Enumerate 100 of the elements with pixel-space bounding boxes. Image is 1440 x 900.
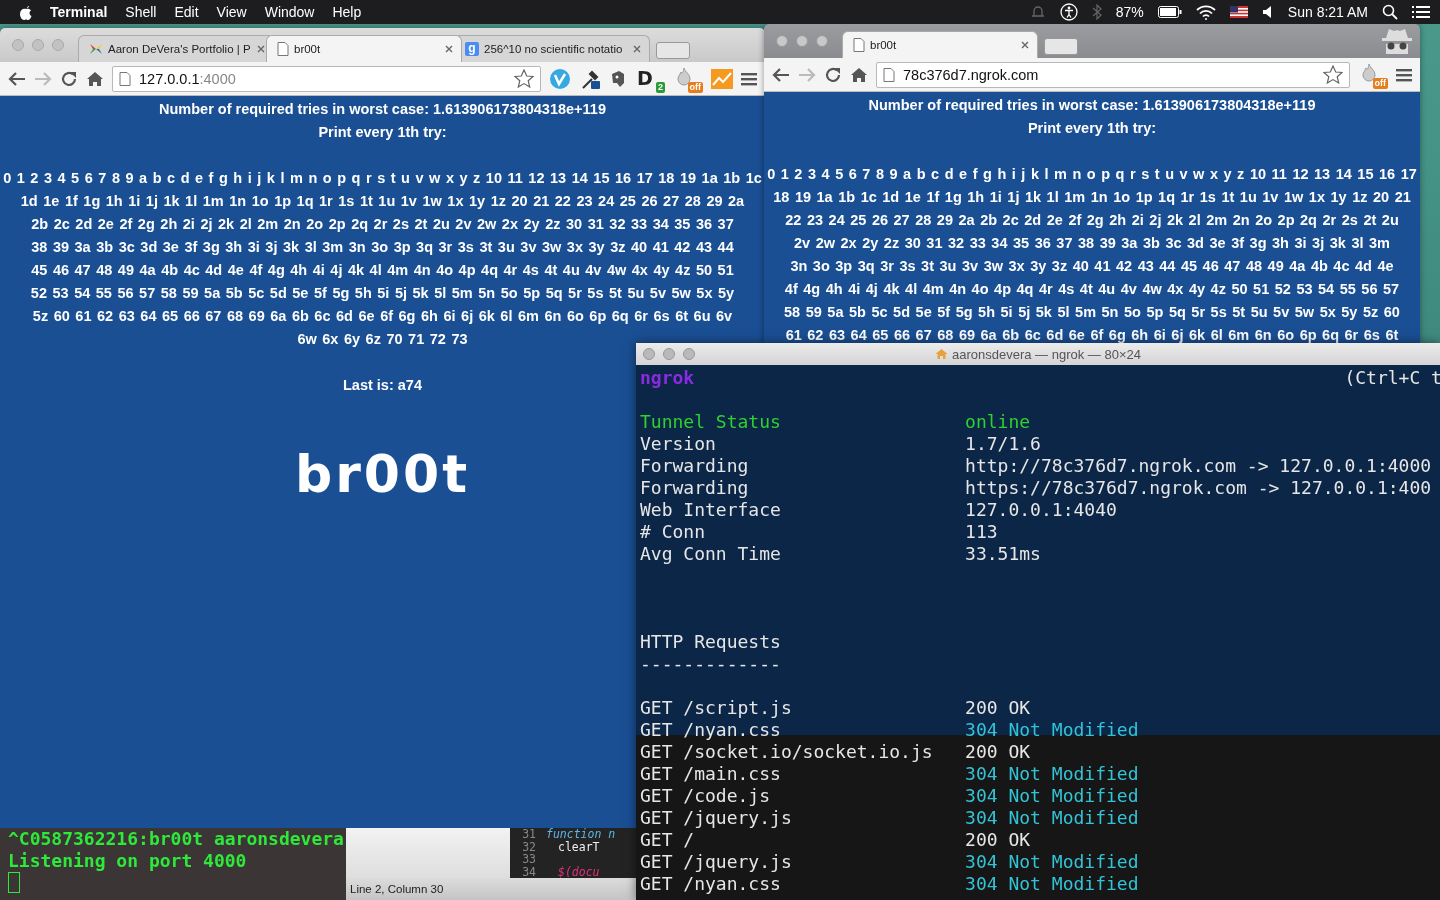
- heading-text: Print every 1th try:: [317, 123, 448, 142]
- terminal-line: ^C0587362216:br00t aaronsdevera: [8, 828, 345, 850]
- extension-icon[interactable]: D 2: [635, 64, 665, 93]
- request-status: 200 OK: [965, 697, 1031, 719]
- request-path: GET /code.js: [640, 785, 772, 807]
- request-path: GET /script.js: [640, 697, 793, 719]
- number-line: 6w 6x 6y 6z 70 71 72 73: [297, 330, 468, 349]
- section-rule: -------------: [640, 653, 782, 675]
- menu-icon[interactable]: [1396, 67, 1412, 82]
- heading-text: Number of required tries in worst case: 1.613906173804318e+119: [158, 100, 607, 119]
- page-icon[interactable]: [277, 42, 289, 56]
- menu-item[interactable]: Shell: [116, 4, 166, 20]
- menu-item[interactable]: Edit: [165, 4, 208, 20]
- reload-icon[interactable]: [60, 69, 78, 88]
- apple-icon[interactable]: [18, 3, 34, 21]
- request-status: 304 Not Modified: [965, 807, 1139, 829]
- terminal-hint: (Ctrl+C t: [1344, 367, 1440, 389]
- reload-icon[interactable]: [824, 65, 842, 84]
- page-icon[interactable]: [853, 38, 865, 52]
- home-icon[interactable]: [86, 69, 104, 88]
- heading-text: Print every 1th try:: [1026, 119, 1158, 138]
- close-icon[interactable]: [257, 45, 265, 53]
- request-path: GET /: [640, 829, 696, 851]
- close-icon[interactable]: [633, 45, 641, 53]
- number-line: 3n 3o 3p 3q 3r 3s 3t 3u 3v 3w 3x 3y 3z 40 41 42 43 44 45 46 47 48 49 4a 4b 4c 4d 4e: [790, 257, 1394, 276]
- bluetooth-icon[interactable]: [1091, 4, 1102, 20]
- search-favicon: g: [465, 42, 479, 56]
- number-line: 2b 2c 2d 2e 2f 2g 2h 2i 2j 2k 2l 2m 2n 2o 2p 2q 2r 2s 2t 2u 2v 2w 2x 2y 2z 30 31 32 33 34 35 36 37: [31, 215, 734, 234]
- request-path: GET /jquery.js: [640, 851, 793, 873]
- battery-icon[interactable]: [1157, 6, 1182, 18]
- request-path: GET /socket.io/socket.io.js: [640, 741, 934, 763]
- page-icon: [119, 71, 131, 86]
- number-line: 45 46 47 48 49 4a 4b 4c 4d 4e 4f 4g 4h 4i 4j 4k 4l 4m 4n 4o 4p 4q 4r 4s 4t 4u 4v 4w 4x 4y 4z 50 51: [31, 261, 734, 280]
- status-label: Forwarding: [640, 477, 750, 499]
- request-path: GET /nyan.css: [640, 873, 782, 895]
- pinwheel-icon[interactable]: [89, 42, 103, 56]
- number-line: 1d 1e 1f 1g 1h 1i 1j 1k 1l 1m 1n 1o 1p 1q 1r 1s 1t 1u 1v 1w 1x 1y 1z 20 21 22 23 24 25 26 27 28 29 2a: [20, 192, 745, 211]
- number-line: 38 39 3a 3b 3c 3d 3e 3f 3g 3h 3i 3j 3k 3l 3m 3n 3o 3p 3q 3r 3s 3t 3u 3v 3w 3x 3y 3z 40 41 42 43 44: [31, 238, 734, 257]
- star-icon[interactable]: [1323, 65, 1343, 84]
- menu-item[interactable]: Help: [323, 4, 371, 20]
- address-field[interactable]: 127.0.0.1:4000: [112, 65, 541, 92]
- status-value: 113: [965, 521, 998, 543]
- request-path: GET /nyan.css: [640, 719, 782, 741]
- page-icon: [883, 67, 895, 82]
- status-value: 33.51ms: [965, 543, 1041, 565]
- app-menu[interactable]: Terminal: [34, 4, 117, 20]
- line-number: 32: [521, 840, 537, 853]
- back-icon[interactable]: [772, 66, 790, 83]
- browser-tab[interactable]: br00t: [842, 31, 1038, 58]
- code-line: clearT: [557, 840, 600, 853]
- star-icon[interactable]: [514, 69, 534, 88]
- number-line: 22 23 24 25 26 27 28 29 2a 2b 2c 2d 2e 2f 2g 2h 2i 2j 2k 2l 2m 2n 2o 2p 2q 2r 2s 2t 2u: [785, 211, 1399, 230]
- clock[interactable]: Sun 8:21 AM: [1287, 4, 1368, 20]
- wifi-icon[interactable]: [1195, 4, 1216, 20]
- request-status: 200 OK: [965, 741, 1031, 763]
- heading-text: Number of required tries in worst case: 1.613906173804318e+119: [867, 96, 1317, 115]
- status-value: 127.0.0.1:4040: [965, 499, 1117, 521]
- speaker-icon[interactable]: [1261, 5, 1274, 19]
- request-status: 304 Not Modified: [965, 785, 1139, 807]
- status-label: Version: [640, 433, 717, 455]
- line-number: 31: [521, 828, 537, 841]
- window-title: aaronsdevera — ngrok — 80×24: [952, 346, 1141, 362]
- line-number: 33: [521, 853, 537, 866]
- status-value: http://78c376d7.ngrok.com -> 127.0.0.1:4000: [965, 455, 1432, 477]
- menu-icon[interactable]: [741, 71, 757, 86]
- flag-icon[interactable]: [1229, 6, 1248, 18]
- status-value: 1.7/1.6: [965, 433, 1041, 455]
- section-heading: HTTP Requests: [640, 631, 782, 653]
- extension-badge: off: [1372, 77, 1388, 89]
- search-icon[interactable]: [1382, 4, 1398, 20]
- request-path: GET /jquery.js: [640, 807, 793, 829]
- number-line: 5z 60 61 62 63 64 65 66 67 68 69 6a 6b 6c 6d 6e 6f 6g 6h 6i 6j 6k 6l 6m 6n 6o 6p 6q 6r 6s 6t 6u 6v: [32, 307, 733, 326]
- status-value: online: [965, 411, 1031, 433]
- number-line: 0 1 2 3 4 5 6 7 8 9 a b c d e f g h i j k l m n o p q r s t u v w x y z 10 11 12 13 14 15 16 17 18 19 1a 1b 1c: [3, 169, 762, 188]
- browser-tab[interactable]: br00t: [266, 35, 462, 62]
- list-icon[interactable]: [1412, 5, 1430, 19]
- request-status: 304 Not Modified: [965, 851, 1139, 873]
- close-icon[interactable]: [1021, 41, 1029, 49]
- request-status: 304 Not Modified: [965, 873, 1139, 895]
- extension-badge: off: [687, 81, 703, 93]
- v-circle-icon[interactable]: [549, 67, 571, 90]
- status-label: Avg Conn Time: [640, 543, 782, 565]
- number-line: 18 19 1a 1b 1c 1d 1e 1f 1g 1h 1i 1j 1k 1l 1m 1n 1o 1p 1q 1r 1s 1t 1u 1v 1w 1x 1y 1z 20 21: [773, 188, 1411, 207]
- address-field[interactable]: 78c376d7.ngrok.com: [876, 61, 1350, 88]
- menu-item[interactable]: Window: [255, 4, 324, 20]
- accessibility-icon[interactable]: [1059, 3, 1078, 21]
- back-icon[interactable]: [8, 70, 26, 87]
- terminal-brand: ngrok: [640, 367, 695, 389]
- logo: br00t: [294, 443, 471, 506]
- menu-item[interactable]: View: [207, 4, 256, 20]
- status-value: https://78c376d7.ngrok.com -> 127.0.0.1:400: [965, 477, 1432, 499]
- request-status: 304 Not Modified: [965, 763, 1139, 785]
- code-line: function n: [546, 828, 616, 841]
- status-label: Tunnel Status: [640, 411, 782, 433]
- close-icon[interactable]: [445, 45, 453, 53]
- extension-badge: 2: [656, 81, 665, 93]
- home-icon[interactable]: [850, 65, 868, 84]
- request-status: 304 Not Modified: [965, 719, 1139, 741]
- terminal-line: Listening on port 4000: [8, 850, 248, 872]
- request-path: GET /main.css: [640, 763, 782, 785]
